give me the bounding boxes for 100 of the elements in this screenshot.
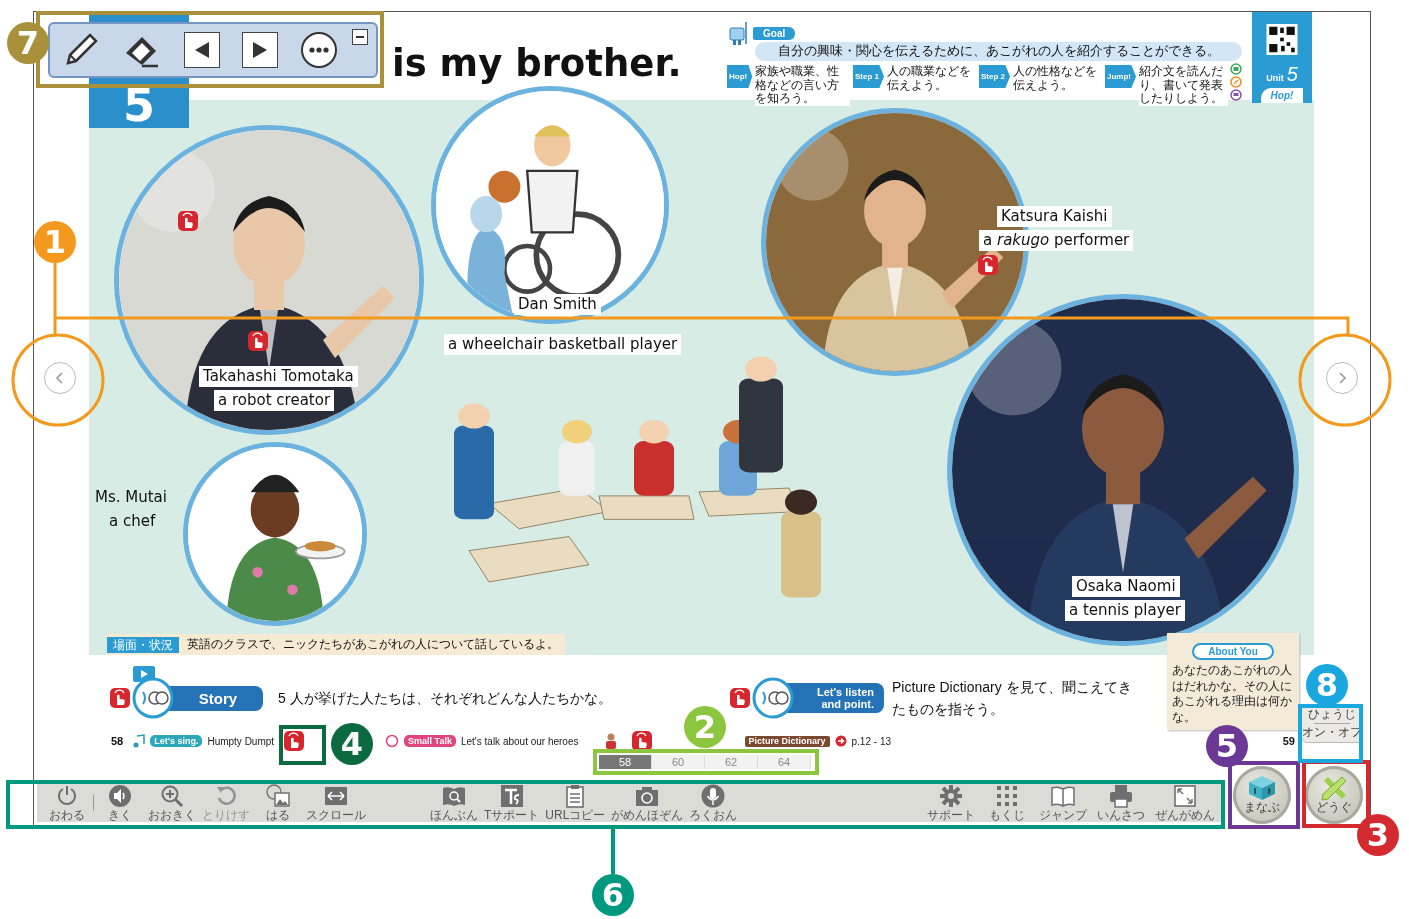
highlight-frame: [1302, 760, 1370, 828]
person-name: Dan Smith: [514, 294, 601, 315]
situation-text: 英語のクラスで、ニックたちがあこがれの人について話しているよ。: [187, 636, 559, 653]
globe-image-icon: [266, 784, 290, 808]
page-reference: p.12 - 13: [851, 735, 891, 747]
person-role: a tennis player: [1065, 600, 1185, 621]
talk-badge: Small Talk: [404, 735, 456, 747]
minus-icon: [356, 36, 364, 38]
hand-icon[interactable]: [247, 330, 269, 352]
note-text: あなたのあこがれの人はだれかな。その人にあこがれる理由は何かな。: [1172, 663, 1293, 726]
highlight-frame: [1228, 761, 1300, 829]
qr-code-icon: [1265, 24, 1299, 55]
listen-badge[interactable]: Let's listen and point.: [787, 682, 884, 714]
talk-icon: [385, 734, 400, 748]
camera-icon: [635, 784, 660, 808]
toolbar-button[interactable]: おわる: [45, 784, 89, 822]
person-name: Katsura Kaishi: [997, 206, 1112, 227]
step-badge: Step 1: [853, 64, 884, 88]
page-tab[interactable]: 58: [599, 755, 652, 769]
book-magnifier-icon: [442, 784, 466, 808]
page-number: 58: [111, 735, 124, 747]
callout-number: 1: [34, 221, 76, 263]
situation-label: 場面・状況: [107, 636, 179, 653]
person-role: a rakugo performer: [979, 230, 1134, 251]
page-tab[interactable]: 62: [705, 755, 758, 769]
callout-number: 8: [1306, 664, 1348, 706]
more-button[interactable]: [300, 31, 338, 69]
activity-text: 5 人が挙げた人たちは、それぞれどんな人たちかな。: [278, 688, 612, 708]
toolbar-button[interactable]: ろくおん: [689, 784, 738, 822]
microphone-icon: [701, 784, 726, 808]
page-number: 59: [1282, 735, 1295, 747]
person-role: a robot creator: [214, 390, 335, 411]
person-role: a wheelchair basketball player: [444, 334, 682, 355]
unit-label: Unit: [1266, 73, 1284, 83]
step-text: 紹介文を読んだり、書いて発表したりしよう。: [1139, 64, 1228, 107]
pencil-ruler-icon: [1320, 775, 1348, 802]
toolbar-button[interactable]: がめんほぞん: [611, 784, 684, 822]
person-name: Osaka Naomi: [1072, 576, 1180, 597]
minimize-button[interactable]: [352, 29, 368, 45]
story-badge[interactable]: Story: [167, 685, 263, 711]
toolbar-button[interactable]: きく: [98, 784, 142, 822]
music-note-icon: [133, 734, 146, 748]
person-icon: [603, 733, 618, 749]
toolbar-button[interactable]: スクロール: [306, 784, 366, 822]
activity-text: Picture Dictionary を見て、聞こえてきたものを指そう。: [892, 677, 1133, 719]
callout-number: 2: [684, 706, 726, 748]
zoom-in-icon: [160, 784, 184, 808]
expand-icon: [1173, 784, 1197, 808]
song-title: Humpty Dumpt: [207, 735, 275, 747]
next-button[interactable]: [242, 32, 278, 68]
robot-flag-icon: [727, 20, 749, 46]
power-icon: [55, 784, 79, 808]
toolbar-button[interactable]: おおきく: [148, 784, 196, 822]
note-title: About You: [1192, 643, 1274, 660]
callout-number: 7: [7, 22, 49, 64]
callout-number: 6: [592, 874, 634, 916]
leader-line: [611, 828, 615, 874]
listen-icon: [751, 676, 795, 720]
callout-number: 4: [331, 723, 373, 765]
step-badge: Jump!: [1105, 64, 1136, 88]
step-text: 家族や職業、性格などの言い方を知ろう。: [755, 64, 850, 107]
toolbar-button[interactable]: いんさつ: [1097, 784, 1145, 822]
toolbar-button[interactable]: URLコピー: [545, 784, 606, 822]
learn-button[interactable]: まなぶ: [1233, 766, 1291, 824]
cube-icon: [1248, 775, 1276, 802]
unit-number: 5: [123, 82, 155, 128]
listen-icon: [131, 676, 175, 720]
callout-number: 5: [1206, 725, 1248, 767]
step-badge: Step 2: [979, 64, 1010, 88]
callout-number: 3: [1357, 814, 1399, 856]
unit-number: 5: [1286, 63, 1298, 86]
more-icon: [300, 31, 338, 69]
speaker-icon: [108, 784, 132, 808]
stage-label: Hop!: [1260, 88, 1304, 103]
toolbar-button[interactable]: はる: [256, 784, 300, 822]
tools-button[interactable]: どうぐ: [1305, 766, 1363, 824]
goal-label: Goal: [753, 26, 796, 40]
printer-icon: [1109, 784, 1133, 808]
step-badge: Hop!: [727, 64, 753, 88]
toolbar-button[interactable]: Tサポート: [484, 784, 540, 822]
previous-button[interactable]: [184, 32, 220, 68]
lesson-title: is my brother.: [392, 42, 683, 85]
page-tab[interactable]: 64: [758, 755, 811, 769]
undo-icon: [214, 784, 238, 808]
open-book-icon: [1051, 784, 1075, 808]
toolbar-button[interactable]: もくじ: [985, 784, 1029, 822]
page-tab[interactable]: 60: [652, 755, 705, 769]
sing-badge: Let's sing.: [150, 735, 203, 747]
arrow-icon: [834, 735, 847, 747]
talk-text: Let's talk about our heroes: [460, 735, 579, 747]
toolbar-button[interactable]: ジャンプ: [1039, 784, 1087, 822]
goal-text: 自分の興味・関心を伝えるために、あこがれの人を紹介することができる。: [755, 42, 1242, 61]
t-letter-icon: [499, 784, 524, 808]
grid-icon: [995, 784, 1019, 808]
toolbar-button[interactable]: サポート: [927, 784, 975, 822]
toolbar-button[interactable]: ほんぶん: [430, 784, 478, 822]
dictionary-badge: Picture Dictionary: [744, 735, 830, 747]
highlight-frame: [1298, 704, 1363, 763]
highlight-frame: [279, 725, 326, 765]
toolbar-button[interactable]: ぜんがめん: [1155, 784, 1215, 822]
